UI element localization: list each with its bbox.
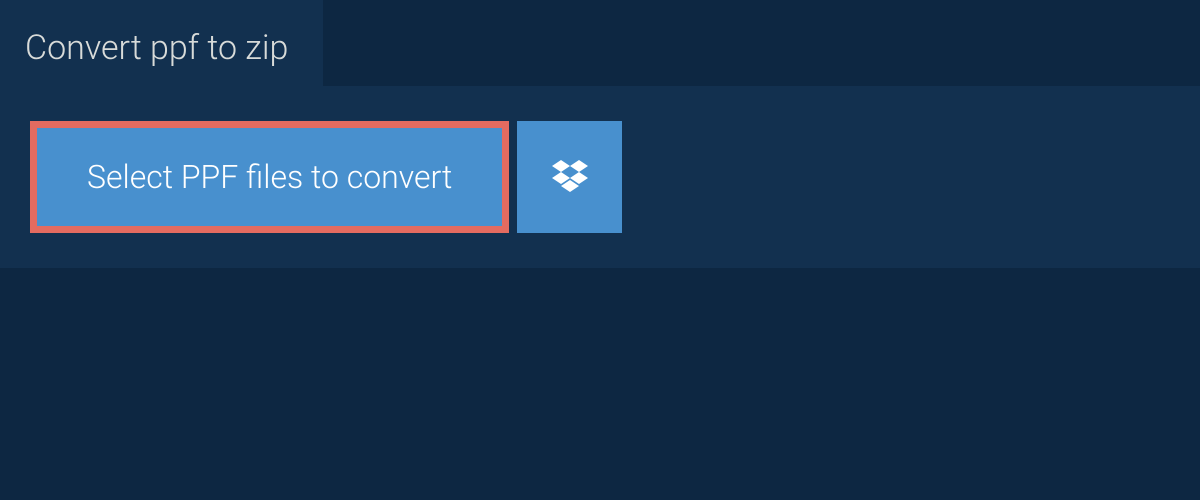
file-select-row: Select PPF files to convert (30, 121, 1170, 233)
dropbox-icon (550, 157, 590, 197)
select-files-button[interactable]: Select PPF files to convert (30, 121, 509, 233)
tab-title: Convert ppf to zip (25, 28, 288, 68)
tab-bar: Convert ppf to zip (0, 0, 1200, 86)
content-panel: Select PPF files to convert (0, 86, 1200, 268)
dropbox-button[interactable] (517, 121, 622, 233)
tab-convert-ppf-to-zip[interactable]: Convert ppf to zip (0, 0, 323, 86)
select-files-label: Select PPF files to convert (87, 158, 452, 196)
